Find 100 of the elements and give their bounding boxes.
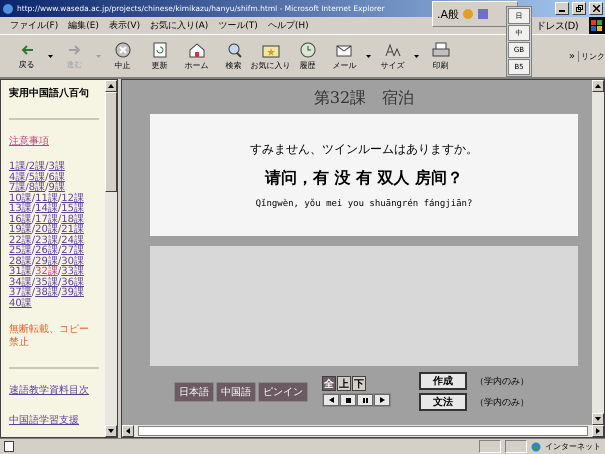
separator-slash: / <box>45 161 48 172</box>
toolbar-button[interactable]: 印刷 <box>422 37 459 75</box>
input-mode-label[interactable]: .A般 <box>437 6 460 22</box>
language-button[interactable]: 日本語 <box>174 382 214 402</box>
right-arrow-icon[interactable] <box>596 428 600 434</box>
lesson-link[interactable]: 21課 <box>61 224 84 235</box>
lesson-link[interactable]: 38課 <box>35 287 58 298</box>
caret-icon[interactable] <box>366 54 371 58</box>
lesson-link[interactable]: 17課 <box>35 214 58 224</box>
sidebar-link[interactable]: 速語教学資料目次 <box>9 383 105 397</box>
caret-icon[interactable] <box>48 54 53 58</box>
lesson-link[interactable]: 29課 <box>35 256 58 266</box>
copyright-notice: 無断転載、コピー禁止 <box>9 323 89 349</box>
toolbar-button[interactable]: ホーム <box>178 37 215 75</box>
sidebar-link[interactable]: 中国語学習支援 <box>9 413 105 427</box>
toolbar-button[interactable]: サイズ <box>374 37 411 75</box>
lesson-link[interactable]: 6課 <box>48 172 65 182</box>
down-arrow-icon[interactable] <box>595 417 601 421</box>
toolbar-button[interactable]: 更新 <box>141 37 178 75</box>
lesson-link[interactable]: 39課 <box>61 287 84 298</box>
extra-button[interactable]: 作成 <box>419 372 467 390</box>
lesson-link[interactable]: 12課 <box>61 192 84 204</box>
stop-icon <box>346 398 350 402</box>
toolbar-button[interactable]: メール <box>326 37 363 75</box>
lesson-link[interactable]: 13課 <box>9 203 32 214</box>
toolbar-button[interactable]: 中止 <box>104 37 141 75</box>
lesson-link[interactable]: 30課 <box>61 256 84 266</box>
lesson-link[interactable]: 37課 <box>9 287 32 298</box>
lesson-link[interactable]: 33課 <box>61 266 84 277</box>
lesson-link[interactable]: 2課 <box>28 161 46 172</box>
lesson-link[interactable]: 36課 <box>61 276 84 288</box>
lesson-link[interactable]: 25課 <box>9 245 32 256</box>
lesson-link[interactable]: 5課 <box>28 172 46 182</box>
lesson-link[interactable]: 26課 <box>35 245 58 256</box>
lesson-link[interactable]: 11課 <box>35 192 58 204</box>
lesson-link[interactable]: 4課 <box>9 172 26 182</box>
lesson-link[interactable]: 32課 <box>35 266 58 277</box>
menu-item[interactable]: ツール(T) <box>218 19 258 32</box>
lesson-link[interactable]: 3課 <box>48 161 65 172</box>
toolbar-button[interactable]: 履歴 <box>289 37 326 75</box>
lesson-link[interactable]: 34課 <box>9 276 32 288</box>
play-icon <box>380 397 384 403</box>
separator-slash: / <box>32 214 36 224</box>
lesson-link[interactable]: 18課 <box>61 214 84 224</box>
lesson-link[interactable]: 28課 <box>9 256 32 266</box>
lesson-link[interactable]: 7課 <box>9 182 26 193</box>
lesson-link[interactable]: 1課 <box>9 161 26 172</box>
left-arrow-icon[interactable] <box>126 428 130 434</box>
playback-button[interactable] <box>340 394 356 406</box>
up-arrow-icon[interactable] <box>108 84 114 88</box>
menu-item[interactable]: 編集(E) <box>68 19 99 32</box>
lesson-link[interactable]: 8課 <box>28 182 46 193</box>
toolbar-button[interactable]: 戻る <box>8 37 45 75</box>
part-button[interactable]: 全 <box>322 376 336 391</box>
close-button[interactable] <box>589 2 603 15</box>
lesson-link[interactable]: 16課 <box>9 214 32 224</box>
lesson-link[interactable]: 31課 <box>9 266 32 277</box>
lesson-link[interactable]: 19課 <box>9 224 32 235</box>
toolbar-button[interactable]: 検索 <box>215 37 252 75</box>
scrollbar[interactable] <box>592 80 604 425</box>
horizontal-scrollbar[interactable] <box>122 425 604 437</box>
globe-icon <box>531 442 541 452</box>
menu-item[interactable]: ファイル(F) <box>10 19 58 32</box>
menu-item[interactable]: 表示(V) <box>108 19 140 32</box>
part-button[interactable]: 下 <box>352 376 366 391</box>
more-chevron[interactable]: » <box>568 50 575 62</box>
links-label[interactable]: リンク <box>578 50 605 62</box>
lesson-link[interactable]: 23課 <box>35 234 58 246</box>
down-arrow-icon[interactable] <box>108 429 114 433</box>
separator-slash: / <box>58 214 62 224</box>
separator-slash: / <box>25 172 29 182</box>
restore-button[interactable] <box>572 2 586 15</box>
caret-icon[interactable] <box>414 54 419 58</box>
part-button[interactable]: 上 <box>337 376 351 391</box>
extra-button[interactable]: 文法 <box>419 393 467 411</box>
menu-item[interactable]: ヘルプ(H) <box>268 19 309 32</box>
playback-button[interactable] <box>374 394 390 406</box>
lesson-link[interactable]: 40課 <box>9 298 32 308</box>
lesson-link[interactable]: 24課 <box>61 234 84 246</box>
home-icon <box>188 42 206 58</box>
lesson-link[interactable]: 10課 <box>9 192 32 204</box>
lesson-link[interactable]: 20課 <box>35 224 58 235</box>
notice-link[interactable]: 注意事項 <box>9 134 105 148</box>
lesson-link[interactable]: 15課 <box>61 203 84 214</box>
lesson-link[interactable]: 27課 <box>61 245 84 256</box>
toolbar-button[interactable]: お気に入り <box>252 37 289 75</box>
menu-item[interactable]: お気に入り(A) <box>150 19 208 32</box>
lesson-link[interactable]: 22課 <box>9 234 32 246</box>
minimize-button[interactable] <box>555 2 569 15</box>
scrollbar[interactable] <box>105 80 117 437</box>
lesson-link[interactable]: 9課 <box>48 182 65 193</box>
language-button[interactable]: ピンイン <box>258 382 308 402</box>
separator-slash: / <box>58 287 62 298</box>
lesson-link[interactable]: 14課 <box>35 203 58 214</box>
language-button[interactable]: 中国語 <box>216 382 256 402</box>
playback-button[interactable] <box>357 394 373 406</box>
separator-slash: / <box>32 203 36 214</box>
up-arrow-icon[interactable] <box>595 84 601 88</box>
lesson-link[interactable]: 35課 <box>35 276 58 288</box>
playback-button[interactable] <box>323 394 339 406</box>
